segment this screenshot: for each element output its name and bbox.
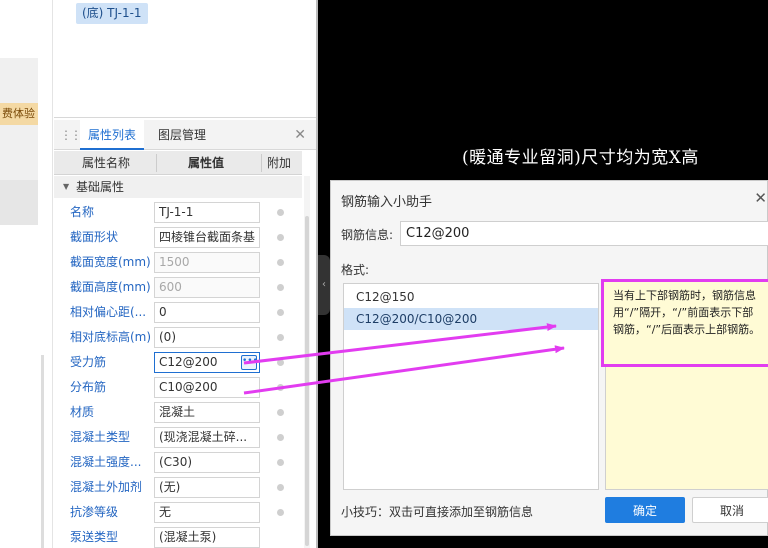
drag-grip-icon[interactable]: ⋮⋮ xyxy=(60,128,82,142)
col-value-header: 属性值 xyxy=(188,156,225,170)
hint-text: 当有上下部钢筋时，钢筋信息用“/”隔开，“/”前面表示下部钢筋，“/”后面表示上… xyxy=(601,279,768,367)
format-label: 格式: xyxy=(341,263,370,277)
property-name: 混凝土外加剂 xyxy=(70,480,143,494)
property-name: 名称 xyxy=(70,205,95,219)
main-rebar-value: C12@200 xyxy=(159,355,218,369)
property-row: 相对偏心距(... 0 xyxy=(54,300,302,325)
property-row: 混凝土外加剂 (无) xyxy=(54,475,302,500)
tip-text: 小技巧：双击可直接添加至钢筋信息 xyxy=(341,505,534,519)
property-row: 截面高度(mm) 600 xyxy=(54,275,302,300)
extra-radio[interactable] xyxy=(277,334,284,341)
format-item-selected[interactable]: C12@200/C10@200 xyxy=(344,308,598,330)
property-value-input[interactable]: 0 xyxy=(154,302,260,323)
property-row: 相对底标高(m) (0) xyxy=(54,325,302,350)
property-row: 混凝土类型 (现浇混凝土碎... xyxy=(54,425,302,450)
property-name: 混凝土强度... xyxy=(70,455,142,469)
rebar-helper-dialog: 钢筋输入小助手 ✕ 钢筋信息: C12@200 格式: C12@150 C12@… xyxy=(330,180,768,536)
extra-radio[interactable] xyxy=(277,484,284,491)
extra-radio[interactable] xyxy=(277,234,284,241)
property-name: 受力筋 xyxy=(70,355,107,369)
property-value-input: 600 xyxy=(154,277,260,298)
property-value-input[interactable]: (现浇混凝土碎... xyxy=(154,427,260,448)
rebar-info-label: 钢筋信息: xyxy=(341,228,394,242)
property-row-main-rebar: 受力筋 C12@200 ••• xyxy=(54,350,302,375)
panel-scrollbar[interactable] xyxy=(304,176,310,548)
property-value-input[interactable]: TJ-1-1 xyxy=(154,202,260,223)
tab-properties[interactable]: 属性列表 xyxy=(80,120,145,150)
canvas-annotation: (暖通专业留洞)尺寸均为宽X高 xyxy=(462,148,699,168)
extra-radio[interactable] xyxy=(277,384,284,391)
property-name: 截面形状 xyxy=(70,230,119,244)
left-strip: 费体验 xyxy=(0,0,38,548)
property-row: 抗渗等级 无 xyxy=(54,500,302,525)
left-band-selected xyxy=(0,180,38,225)
property-value-input[interactable]: (0) xyxy=(154,327,260,348)
property-row: 截面形状 四棱锥台截面条基 xyxy=(54,225,302,250)
dialog-close-icon[interactable]: ✕ xyxy=(754,189,767,207)
property-name: 相对偏心距(... xyxy=(70,305,147,319)
scrollbar-thumb[interactable] xyxy=(305,216,309,546)
property-row: 截面宽度(mm) 1500 xyxy=(54,250,302,275)
extra-radio[interactable] xyxy=(277,309,284,316)
col-extra-header: 附加 xyxy=(267,156,292,170)
property-rows: 名称 TJ-1-1 截面形状 四棱锥台截面条基 截面宽度(mm) 1500 截面高度(… xyxy=(54,200,302,548)
extra-radio[interactable] xyxy=(277,209,284,216)
property-value-input[interactable]: 混凝土 xyxy=(154,402,260,423)
property-name: 分布筋 xyxy=(70,380,107,394)
format-item[interactable]: C12@150 xyxy=(344,286,598,308)
property-name: 截面宽度(mm) xyxy=(70,255,151,269)
property-name: 抗渗等级 xyxy=(70,505,119,519)
property-row-dist-rebar: 分布筋 C10@200 xyxy=(54,375,302,400)
extra-radio[interactable] xyxy=(277,284,284,291)
collapse-handle-icon[interactable]: ‹ xyxy=(318,255,330,315)
extra-radio[interactable] xyxy=(277,509,284,516)
property-name: 相对底标高(m) xyxy=(70,330,152,344)
property-row: 名称 TJ-1-1 xyxy=(54,200,302,225)
property-value-input[interactable]: (无) xyxy=(154,477,260,498)
extra-radio[interactable] xyxy=(277,359,284,366)
trial-badge[interactable]: 费体验 xyxy=(0,103,38,125)
dialog-title: 钢筋输入小助手 xyxy=(341,195,433,210)
tree-node-tj-1-1[interactable]: (底) TJ-1-1 xyxy=(76,3,148,24)
property-name: 混凝土类型 xyxy=(70,430,131,444)
property-row: 泵送类型 (混凝土泵) xyxy=(54,525,302,548)
property-name: 材质 xyxy=(70,405,95,419)
property-value-input[interactable]: C10@200 xyxy=(154,377,260,398)
extra-radio[interactable] xyxy=(277,434,284,441)
group-basic-properties[interactable]: ▼ 基础属性 xyxy=(54,176,302,198)
property-row: 材质 混凝土 xyxy=(54,400,302,425)
close-icon[interactable]: ✕ xyxy=(294,127,306,143)
property-table-header: 属性名称 属性值 附加 xyxy=(54,151,302,175)
property-value-input[interactable]: 四棱锥台截面条基 xyxy=(154,227,260,248)
panel-tabs: ⋮⋮ 属性列表 图层管理 ✕ xyxy=(54,120,316,150)
property-value-input[interactable]: 无 xyxy=(154,502,260,523)
property-panel: ⋮⋮ 属性列表 图层管理 ✕ 属性名称 属性值 附加 ▼ 基础属性 名称 TJ-1… xyxy=(54,120,316,548)
tab-layers[interactable]: 图层管理 xyxy=(150,120,214,150)
property-name: 截面高度(mm) xyxy=(70,280,151,294)
cancel-button[interactable]: 取消 xyxy=(692,497,768,523)
property-row: 混凝土强度... (C30) xyxy=(54,450,302,475)
format-list[interactable]: C12@150 C12@200/C10@200 xyxy=(343,283,599,490)
extra-radio[interactable] xyxy=(277,459,284,466)
collapse-triangle-icon[interactable]: ▼ xyxy=(63,176,69,198)
left-scrollbar[interactable] xyxy=(41,355,44,548)
property-value-input: 1500 xyxy=(154,252,260,273)
ok-button[interactable]: 确定 xyxy=(605,497,685,523)
property-value-input[interactable]: (C30) xyxy=(154,452,260,473)
group-label: 基础属性 xyxy=(76,180,125,194)
rebar-info-input[interactable]: C12@200 xyxy=(400,221,768,246)
main-rebar-input[interactable]: C12@200 ••• xyxy=(154,352,260,373)
component-tree: (底) TJ-1-1 xyxy=(54,0,316,118)
col-name-header: 属性名称 xyxy=(82,156,131,170)
extra-radio[interactable] xyxy=(277,259,284,266)
property-value-input[interactable]: (混凝土泵) xyxy=(154,527,260,548)
extra-radio[interactable] xyxy=(277,409,284,416)
ellipsis-button[interactable]: ••• xyxy=(241,355,258,370)
col-separator xyxy=(261,154,262,172)
left-scroll-column xyxy=(38,0,53,548)
property-name: 泵送类型 xyxy=(70,530,119,544)
col-separator xyxy=(156,154,157,172)
